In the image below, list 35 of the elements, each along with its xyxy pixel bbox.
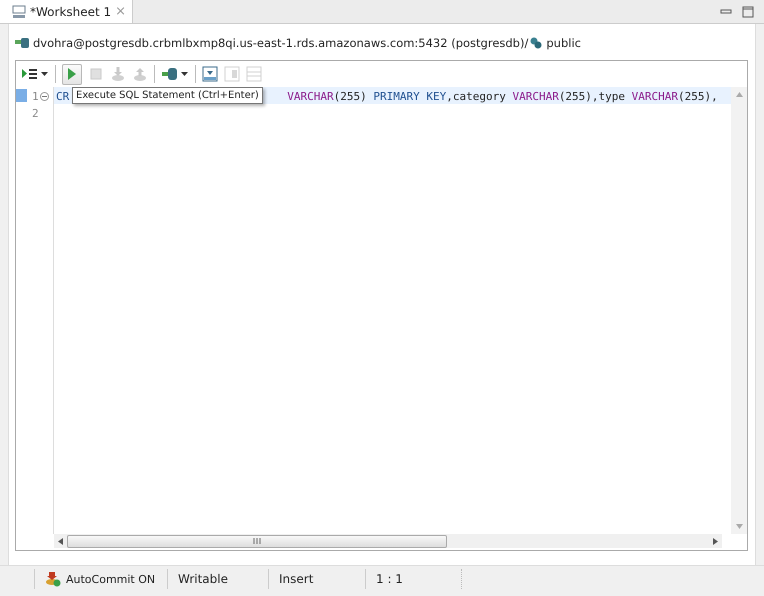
line-number: 2 (32, 107, 39, 120)
schema-icon (530, 37, 542, 49)
scroll-left-icon[interactable] (58, 538, 63, 544)
status-text: Insert (279, 572, 314, 586)
code-text: (255),type (558, 90, 626, 103)
database-check-icon (45, 571, 61, 587)
status-text: AutoCommit ON (66, 572, 156, 586)
maximize-icon[interactable] (742, 6, 754, 18)
database-connection-icon (15, 37, 31, 49)
horizontal-scrollbar[interactable] (54, 534, 722, 548)
connection-url: dvohra@postgresdb.crbmlbxmp8qi.us-east-1.rds.amazonaws.com:5432 (postgresdb)/ (33, 36, 528, 50)
tooltip: Execute SQL Statement (Ctrl+Enter) (72, 87, 263, 104)
status-text: Writable (178, 572, 228, 586)
run-script-icon[interactable] (21, 66, 39, 82)
code-text: CR (56, 90, 70, 103)
scroll-right-icon[interactable] (713, 538, 718, 544)
panel-down-icon[interactable] (202, 66, 218, 82)
code-text: ,category (446, 90, 507, 103)
plug-icon[interactable] (161, 66, 179, 82)
code-text: VARCHAR (287, 90, 334, 103)
status-text: 1 : 1 (376, 572, 403, 586)
worksheet-tab[interactable]: *Worksheet 1 × (0, 0, 134, 23)
grip-icon[interactable] (253, 538, 261, 544)
tab-title: *Worksheet 1 (30, 4, 112, 18)
schema-name: public (546, 36, 581, 50)
code-text: PRIMARY KEY (373, 90, 446, 103)
play-icon (67, 67, 77, 81)
code-text: (255), (678, 90, 718, 103)
minimize-icon[interactable] (720, 6, 732, 16)
line-number: 1 (32, 90, 39, 103)
code-text: (255) (334, 90, 368, 103)
code-text: VARCHAR (632, 90, 678, 103)
fold-icon[interactable] (40, 92, 49, 101)
code-text: VARCHAR (512, 90, 559, 103)
execute-button[interactable] (62, 64, 82, 84)
